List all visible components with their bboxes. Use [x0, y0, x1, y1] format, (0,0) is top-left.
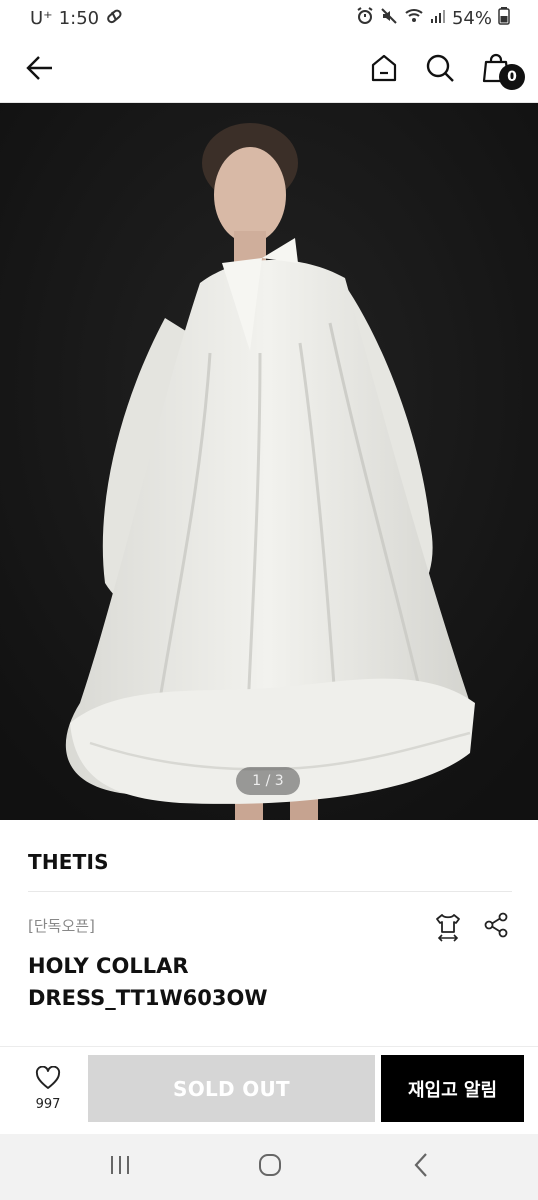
product-image[interactable] [0, 103, 538, 820]
wifi-icon [404, 7, 424, 30]
dress-photo [0, 103, 538, 820]
divider [28, 891, 512, 892]
battery-percentage: 54% [451, 8, 492, 29]
heart-icon [35, 1065, 61, 1094]
search-button[interactable] [420, 50, 460, 90]
sold-out-button[interactable]: SOLD OUT [88, 1055, 375, 1122]
home-icon [368, 52, 400, 88]
status-bar: U⁺ 1:50 54% [0, 0, 538, 36]
top-navigation [0, 36, 538, 103]
product-name: HOLY COLLAR DRESS_TT1W603OW [28, 950, 388, 1014]
share-icon [482, 911, 510, 943]
battery-icon [498, 7, 510, 30]
recent-apps-icon [108, 1154, 132, 1180]
chevron-left-icon [411, 1152, 433, 1182]
signal-icon [430, 8, 446, 29]
share-button[interactable] [480, 911, 512, 943]
like-count: 997 [35, 1097, 61, 1112]
carrier-label: U⁺ [30, 8, 53, 29]
product-name-line2: DRESS_TT1W603OW [28, 986, 268, 1010]
recent-apps-button[interactable] [104, 1151, 136, 1183]
size-guide-icon [433, 912, 463, 946]
restock-alert-button[interactable]: 재입고 알림 [381, 1055, 524, 1122]
back-button[interactable] [20, 50, 60, 90]
home-system-button[interactable] [254, 1151, 286, 1183]
mute-icon [380, 7, 398, 30]
pill-icon [105, 7, 123, 30]
image-pager: 1 / 3 [236, 767, 300, 795]
cart-count-badge: 0 [499, 64, 525, 90]
home-circle-icon [257, 1152, 283, 1182]
clock: 1:50 [58, 8, 100, 29]
system-navigation-bar [0, 1134, 538, 1200]
home-button[interactable] [364, 50, 404, 90]
search-icon [424, 52, 456, 88]
like-button[interactable]: 997 [18, 1065, 78, 1118]
back-arrow-icon [25, 53, 55, 87]
product-badge: [단독오픈] [28, 917, 95, 935]
alarm-icon [356, 7, 374, 30]
system-back-button[interactable] [406, 1151, 438, 1183]
brand-name[interactable]: THETIS [28, 850, 109, 874]
size-guide-button[interactable] [432, 913, 464, 945]
product-name-line1: HOLY COLLAR [28, 954, 189, 978]
